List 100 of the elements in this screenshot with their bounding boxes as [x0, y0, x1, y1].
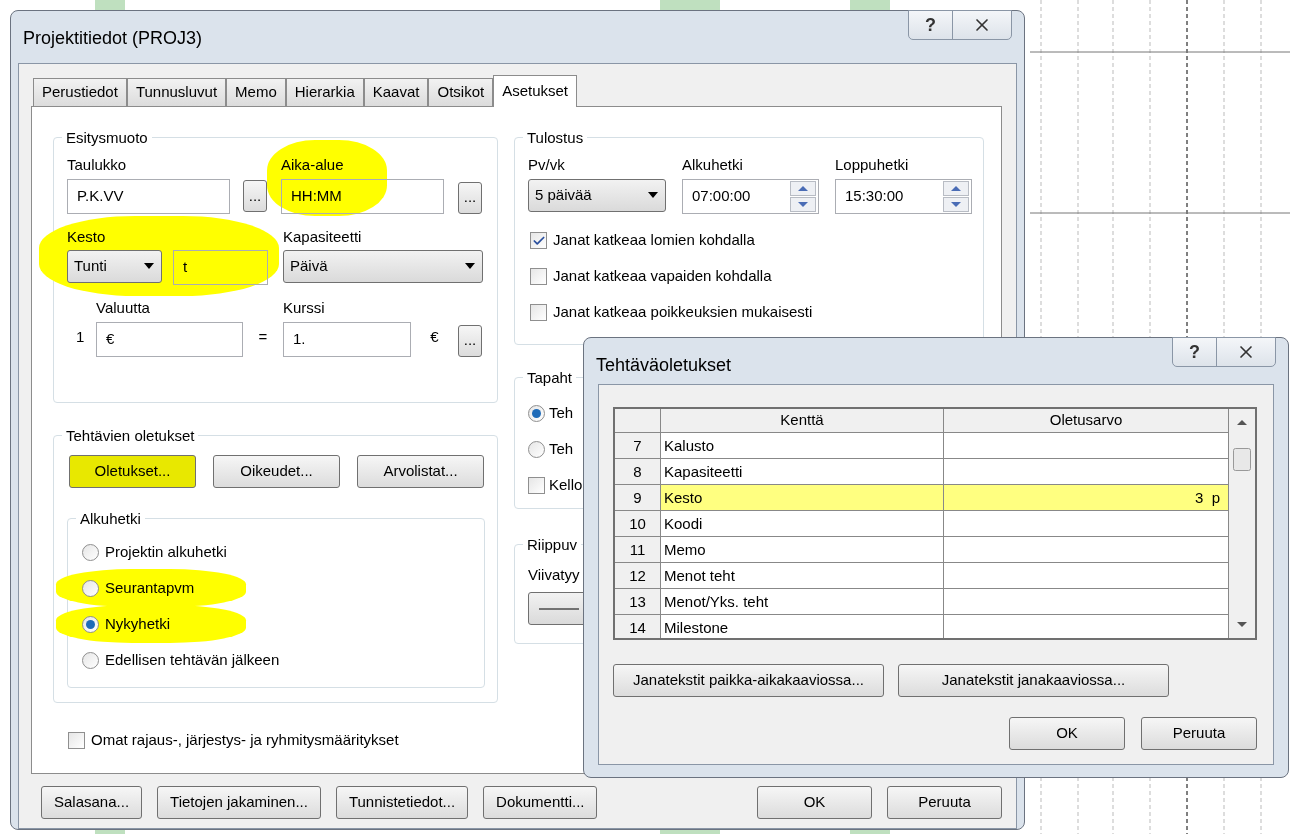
radio-label: Seurantapvm [105, 577, 195, 598]
option-label: Teh [549, 438, 574, 459]
tab[interactable]: Perustiedot [33, 78, 127, 106]
option-label: Teh [549, 402, 574, 423]
window-title: Tehtäväoletukset [596, 354, 732, 377]
column-header[interactable]: Kenttä [661, 409, 944, 432]
bar-texts-button[interactable]: Janatekstit janakaaviossa... [898, 664, 1169, 697]
duration-suffix-field[interactable]: t [173, 250, 268, 285]
checkbox-label: Omat rajaus-, järjestys- ja ryhmitysmääritykset [91, 730, 399, 750]
field-label: Loppuhetki [835, 155, 910, 175]
table-cell: Kapasiteetti [661, 458, 944, 484]
duration-unit-dropdown[interactable]: Tunti [67, 250, 162, 283]
browse-button[interactable]: ... [458, 324, 482, 357]
radio-button[interactable] [528, 404, 545, 422]
table-cell: Menot/Yks. teht [661, 588, 944, 614]
caret-icon [143, 263, 155, 270]
table-row[interactable]: 14 Milestone [615, 614, 1229, 638]
defaults-button[interactable]: Oikeudet... [213, 455, 340, 488]
table-row[interactable]: 7 Kalusto [615, 432, 1229, 459]
table-row[interactable]: 13 Menot/Yks. teht [615, 588, 1229, 615]
cancel-button[interactable]: Peruuta [1141, 717, 1257, 750]
table-cell: Koodi [661, 510, 944, 536]
spin-arrows-icon[interactable] [790, 180, 816, 212]
time-range-field[interactable]: HH:MM [281, 178, 444, 214]
row-number: 7 [615, 432, 661, 458]
time-spinner-field[interactable]: 07:00:00 [682, 178, 819, 214]
spin-arrows-icon[interactable] [943, 180, 969, 212]
field-label: Kesto [67, 226, 107, 247]
field-label: Aika-alue [281, 155, 345, 175]
capacity-dropdown[interactable]: Päivä [283, 250, 483, 283]
bar-texts-button[interactable]: Janatekstit paikka-aikakaaviossa... [613, 664, 884, 697]
tab[interactable]: Otsikot [428, 78, 494, 106]
ok-button[interactable]: OK [757, 786, 872, 819]
currency-multiplier: 1 [75, 327, 86, 347]
field-label: Kapasiteetti [283, 226, 362, 247]
radio-button[interactable] [82, 543, 99, 561]
tab[interactable]: Asetukset [493, 75, 578, 107]
row-number: 10 [615, 510, 661, 536]
browse-button[interactable]: ... [243, 180, 267, 212]
browse-button[interactable]: ... [458, 181, 482, 214]
checkbox[interactable] [530, 304, 547, 321]
checkbox[interactable] [530, 232, 547, 249]
footer-button[interactable]: Dokumentti... [483, 786, 598, 819]
row-number: 12 [615, 562, 661, 588]
radio-button[interactable] [528, 440, 545, 458]
currency-field[interactable]: € [96, 321, 243, 357]
solid-line-icon [539, 607, 579, 610]
days-per-week-dropdown[interactable]: 5 päivää [528, 178, 666, 212]
field-label: Taulukko [67, 155, 128, 175]
row-number: 13 [615, 588, 661, 614]
radio-label: Edellisen tehtävän jälkeen [105, 649, 280, 670]
checkbox[interactable] [530, 268, 547, 285]
radio-label: Nykyhetki [105, 613, 171, 634]
defaults-button[interactable]: Arvolistat... [357, 455, 484, 488]
option-label: Kello [549, 474, 583, 495]
field-label: Valuutta [96, 298, 151, 318]
tab[interactable]: Kaavat [363, 78, 429, 106]
table-cell: Kesto [661, 484, 944, 510]
rate-unit: € [429, 327, 440, 347]
field-label: Pv/vk [528, 155, 566, 175]
field-label: Viivatyy [528, 566, 580, 583]
footer-button[interactable]: Tunnistetiedot... [335, 786, 469, 819]
table-cell: Memo [661, 536, 944, 562]
rate-field[interactable]: 1. [283, 321, 411, 357]
time-spinner-field[interactable]: 15:30:00 [835, 178, 972, 214]
cancel-button[interactable]: Peruuta [887, 786, 1002, 819]
caret-icon [647, 191, 659, 199]
field-label: Alkuhetki [682, 155, 744, 175]
checkbox-label: Janat katkeaa lomien kohdalla [553, 230, 755, 251]
table-cell: Menot teht [661, 562, 944, 588]
equals-sign: = [257, 327, 269, 347]
tab[interactable]: Hierarkia [285, 78, 364, 106]
field-label: Kurssi [283, 298, 326, 318]
checkbox-label: Janat katkeaa vapaiden kohdalla [553, 266, 772, 287]
footer-button[interactable]: Tietojen jakaminen... [157, 786, 321, 819]
table-row[interactable]: 9 Kesto 3 p [615, 484, 1229, 511]
row-number: 14 [615, 614, 661, 638]
row-number: 11 [615, 536, 661, 562]
radio-button[interactable] [82, 651, 99, 669]
checkbox[interactable] [68, 731, 85, 749]
defaults-button[interactable]: Oletukset... [69, 455, 196, 488]
table-row[interactable]: 12 Menot teht [615, 562, 1229, 589]
window-title: Projektitiedot (PROJ3) [23, 27, 203, 50]
table-cell: Kalusto [661, 432, 944, 458]
ok-button[interactable]: OK [1009, 717, 1125, 750]
table-row[interactable]: 10 Koodi [615, 510, 1229, 537]
row-number: 9 [615, 484, 661, 510]
row-number: 8 [615, 458, 661, 484]
table-cell: Milestone [661, 614, 944, 638]
tab[interactable]: Memo [226, 78, 286, 106]
checkbox-label: Janat katkeaa poikkeuksien mukaisesti [553, 302, 813, 323]
checkbox[interactable] [528, 476, 545, 494]
caret-icon [464, 263, 476, 270]
vertical-scrollbar[interactable] [1229, 409, 1255, 638]
table-row[interactable]: 11 Memo [615, 536, 1229, 563]
tab[interactable]: Tunnusluvut [126, 78, 227, 106]
table-row[interactable]: 8 Kapasiteetti [615, 458, 1229, 485]
table-format-field[interactable]: P.K.VV [67, 178, 230, 214]
footer-button[interactable]: Salasana... [41, 786, 143, 819]
radio-label: Projektin alkuhetki [105, 541, 227, 562]
